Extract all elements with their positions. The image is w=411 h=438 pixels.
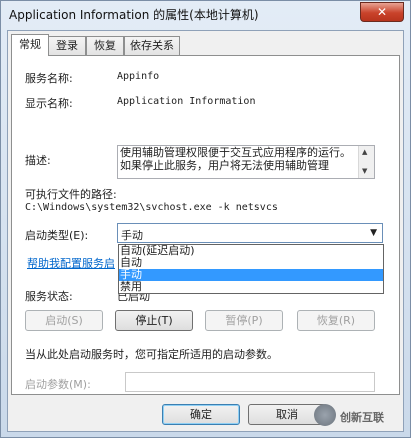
option-disabled[interactable]: 禁用 (119, 281, 383, 293)
tab-general[interactable]: 常规 (11, 34, 49, 56)
tab-dependencies[interactable]: 依存关系 (124, 36, 180, 55)
startup-type-select[interactable]: 手动 ▼ (117, 223, 383, 243)
watermark-text: 创新互联 (340, 411, 384, 424)
help-configure-link[interactable]: 帮助我配置服务启 (27, 255, 115, 271)
pause-button[interactable]: 暂停(P) (205, 310, 283, 331)
scroll-down-icon[interactable]: ▼ (362, 167, 367, 175)
general-tab-panel: 服务名称: Appinfo 显示名称: Application Informat… (11, 55, 400, 395)
properties-window: Application Information 的属性(本地计算机) ✕ 常规 … (0, 0, 411, 438)
display-name-value: Application Information (117, 96, 256, 107)
window-title: Application Information 的属性(本地计算机) (9, 8, 259, 22)
start-button[interactable]: 启动(S) (25, 310, 103, 331)
start-params-input[interactable] (125, 372, 375, 392)
startup-type-label: 启动类型(E): (25, 229, 89, 242)
description-text: 使用辅助管理权限便于交互式应用程序的运行。如果停止此服务，用户将无法使用辅助管理 (120, 146, 351, 172)
resume-button[interactable]: 恢复(R) (297, 310, 375, 331)
service-name-label: 服务名称: (25, 72, 73, 85)
display-name-label: 显示名称: (25, 97, 73, 110)
exe-path-value: C:\Windows\system32\svchost.exe -k netsv… (25, 202, 278, 213)
startup-type-value: 手动 (121, 229, 143, 242)
dialog-client-area: 常规 登录 恢复 依存关系 服务名称: Appinfo 显示名称: Applic… (7, 30, 404, 432)
start-params-hint: 当从此处启动服务时，您可指定所适用的启动参数。 (25, 348, 278, 361)
option-manual[interactable]: 手动 (119, 269, 383, 281)
tab-recovery[interactable]: 恢复 (86, 36, 124, 55)
watermark: 创新互联 (314, 402, 404, 432)
option-auto[interactable]: 自动 (119, 257, 383, 269)
tab-logon[interactable]: 登录 (48, 36, 86, 55)
exe-path-label: 可执行文件的路径: (25, 188, 117, 201)
service-status-label: 服务状态: (25, 290, 73, 303)
option-auto-delayed[interactable]: 自动(延迟启动) (119, 245, 383, 257)
chevron-down-icon[interactable]: ▼ (370, 228, 377, 238)
description-scrollbar[interactable]: ▲ ▼ (358, 146, 374, 178)
start-params-label: 启动参数(M): (25, 378, 91, 391)
description-field[interactable]: 使用辅助管理权限便于交互式应用程序的运行。如果停止此服务，用户将无法使用辅助管理… (117, 145, 375, 179)
watermark-logo-icon (314, 404, 336, 426)
description-label: 描述: (25, 154, 51, 167)
stop-button[interactable]: 停止(T) (115, 310, 193, 331)
startup-type-dropdown-list: 自动(延迟启动) 自动 手动 禁用 (118, 244, 384, 294)
service-name-value: Appinfo (117, 71, 160, 82)
close-button[interactable]: ✕ (360, 2, 404, 22)
scroll-up-icon[interactable]: ▲ (362, 148, 367, 156)
ok-button[interactable]: 确定 (162, 404, 240, 425)
title-bar[interactable]: Application Information 的属性(本地计算机) ✕ (1, 1, 410, 29)
